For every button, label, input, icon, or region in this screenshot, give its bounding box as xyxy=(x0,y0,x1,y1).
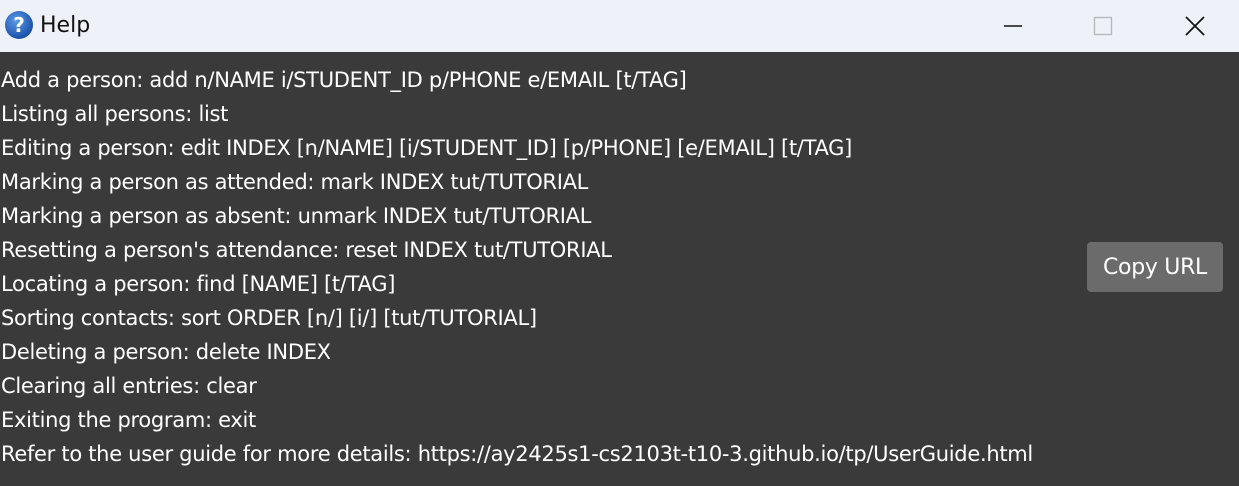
help-line-user-guide-url: Refer to the user guide for more details… xyxy=(1,442,1033,466)
help-line-delete: Deleting a person: delete INDEX xyxy=(1,340,331,364)
maximize-icon xyxy=(1093,16,1113,36)
help-line-list: Listing all persons: list xyxy=(1,102,229,126)
help-line-add: Add a person: add n/NAME i/STUDENT_ID p/… xyxy=(1,68,687,92)
help-line-unmark: Marking a person as absent: unmark INDEX… xyxy=(1,204,592,228)
help-line-edit: Editing a person: edit INDEX [n/NAME] [i… xyxy=(1,136,853,160)
close-icon xyxy=(1184,15,1206,37)
close-button[interactable] xyxy=(1149,0,1239,52)
title-bar[interactable]: ? Help xyxy=(0,0,1239,52)
minimize-button[interactable] xyxy=(967,0,1059,52)
minimize-icon xyxy=(1003,16,1023,36)
copy-url-button[interactable]: Copy URL xyxy=(1087,242,1223,292)
help-line-reset: Resetting a person's attendance: reset I… xyxy=(1,238,612,262)
help-text-panel: Add a person: add n/NAME i/STUDENT_ID p/… xyxy=(0,63,1070,471)
help-line-clear: Clearing all entries: clear xyxy=(1,374,257,398)
help-line-exit: Exiting the program: exit xyxy=(1,408,256,432)
svg-text:?: ? xyxy=(13,13,25,37)
help-line-sort: Sorting contacts: sort ORDER [n/] [i/] [… xyxy=(1,306,537,330)
question-icon: ? xyxy=(4,10,34,40)
help-line-mark: Marking a person as attended: mark INDEX… xyxy=(1,170,589,194)
maximize-button[interactable] xyxy=(1057,0,1149,52)
help-line-find: Locating a person: find [NAME] [t/TAG] xyxy=(1,272,396,296)
window-title: Help xyxy=(40,13,91,38)
